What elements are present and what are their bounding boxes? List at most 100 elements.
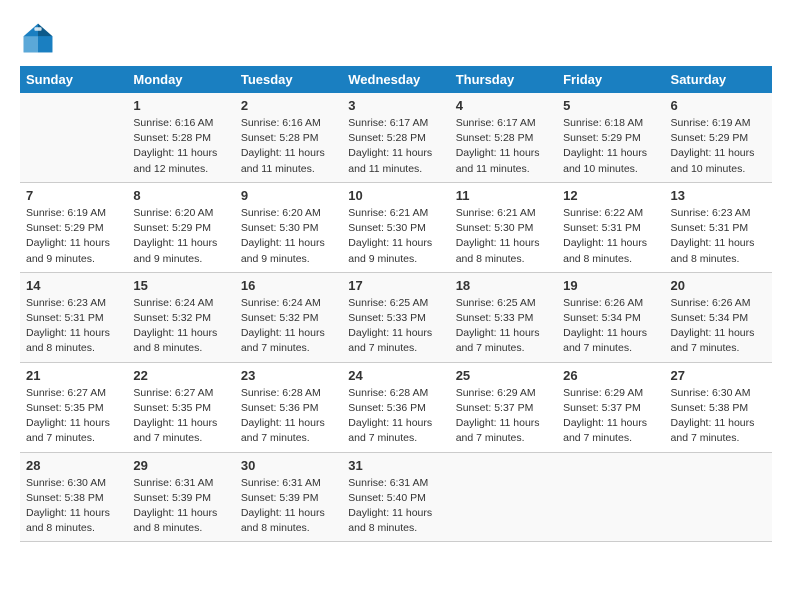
weekday-header-monday: Monday <box>127 66 234 93</box>
calendar-cell: 4Sunrise: 6:17 AM Sunset: 5:28 PM Daylig… <box>450 93 557 182</box>
day-info: Sunrise: 6:18 AM Sunset: 5:29 PM Dayligh… <box>563 116 658 177</box>
day-number: 5 <box>563 98 658 113</box>
calendar-cell <box>665 452 772 542</box>
day-number: 3 <box>348 98 443 113</box>
day-number: 10 <box>348 188 443 203</box>
day-info: Sunrise: 6:31 AM Sunset: 5:39 PM Dayligh… <box>241 476 336 537</box>
page-header <box>20 20 772 56</box>
day-number: 1 <box>133 98 228 113</box>
calendar-cell: 5 Sunrise: 6:18 AM Sunset: 5:29 PM Daylig… <box>557 93 664 182</box>
day-number: 23 <box>241 368 336 383</box>
calendar-cell: 7Sunrise: 6:19 AM Sunset: 5:29 PM Daylig… <box>20 182 127 272</box>
calendar-cell: 16 Sunrise: 6:24 AM Sunset: 5:32 PM Dayli… <box>235 272 342 362</box>
day-number: 27 <box>671 368 766 383</box>
day-info: Sunrise: 6:16 AM Sunset: 5:28 PM Dayligh… <box>241 116 336 177</box>
day-number: 25 <box>456 368 551 383</box>
weekday-header-friday: Friday <box>557 66 664 93</box>
calendar-cell: 2Sunrise: 6:16 AM Sunset: 5:28 PM Daylig… <box>235 93 342 182</box>
day-number: 15 <box>133 278 228 293</box>
day-info: Sunrise: 6:17 AM Sunset: 5:28 PM Dayligh… <box>348 116 443 177</box>
day-info: Sunrise: 6:25 AM Sunset: 5:33 PM Dayligh… <box>456 296 551 357</box>
calendar-cell: 9Sunrise: 6:20 AM Sunset: 5:30 PM Daylig… <box>235 182 342 272</box>
day-info: Sunrise: 6:22 AM Sunset: 5:31 PM Dayligh… <box>563 206 658 267</box>
calendar-cell: 28Sunrise: 6:30 AM Sunset: 5:38 PM Dayli… <box>20 452 127 542</box>
day-info: Sunrise: 6:28 AM Sunset: 5:36 PM Dayligh… <box>241 386 336 447</box>
day-info: Sunrise: 6:19 AM Sunset: 5:29 PM Dayligh… <box>671 116 766 177</box>
calendar-cell: 1 Sunrise: 6:16 AM Sunset: 5:28 PM Daylig… <box>127 93 234 182</box>
calendar-week-1: 1 Sunrise: 6:16 AM Sunset: 5:28 PM Daylig… <box>20 93 772 182</box>
day-number: 7 <box>26 188 121 203</box>
day-number: 13 <box>671 188 766 203</box>
day-info: Sunrise: 6:23 AM Sunset: 5:31 PM Dayligh… <box>671 206 766 267</box>
day-info: Sunrise: 6:29 AM Sunset: 5:37 PM Dayligh… <box>456 386 551 447</box>
calendar-cell: 18 Sunrise: 6:25 AM Sunset: 5:33 PM Dayli… <box>450 272 557 362</box>
day-number: 4 <box>456 98 551 113</box>
calendar-cell: 11Sunrise: 6:21 AM Sunset: 5:30 PM Dayli… <box>450 182 557 272</box>
calendar-cell: 10 Sunrise: 6:21 AM Sunset: 5:30 PM Dayli… <box>342 182 449 272</box>
calendar-week-3: 14 Sunrise: 6:23 AM Sunset: 5:31 PM Dayli… <box>20 272 772 362</box>
day-info: Sunrise: 6:29 AM Sunset: 5:37 PM Dayligh… <box>563 386 658 447</box>
day-number: 31 <box>348 458 443 473</box>
day-number: 8 <box>133 188 228 203</box>
weekday-header-row: SundayMondayTuesdayWednesdayThursdayFrid… <box>20 66 772 93</box>
calendar-cell: 3 Sunrise: 6:17 AM Sunset: 5:28 PM Daylig… <box>342 93 449 182</box>
calendar-cell <box>450 452 557 542</box>
day-info: Sunrise: 6:30 AM Sunset: 5:38 PM Dayligh… <box>671 386 766 447</box>
day-number: 19 <box>563 278 658 293</box>
day-info: Sunrise: 6:20 AM Sunset: 5:29 PM Dayligh… <box>133 206 228 267</box>
day-info: Sunrise: 6:31 AM Sunset: 5:40 PM Dayligh… <box>348 476 443 537</box>
calendar-cell: 23 Sunrise: 6:28 AM Sunset: 5:36 PM Dayli… <box>235 362 342 452</box>
calendar-cell: 24 Sunrise: 6:28 AM Sunset: 5:36 PM Dayli… <box>342 362 449 452</box>
calendar-cell: 22 Sunrise: 6:27 AM Sunset: 5:35 PM Dayli… <box>127 362 234 452</box>
calendar-week-4: 21 Sunrise: 6:27 AM Sunset: 5:35 PM Dayli… <box>20 362 772 452</box>
calendar-cell <box>20 93 127 182</box>
day-number: 22 <box>133 368 228 383</box>
calendar-cell: 15 Sunrise: 6:24 AM Sunset: 5:32 PM Dayli… <box>127 272 234 362</box>
calendar-cell: 30 Sunrise: 6:31 AM Sunset: 5:39 PM Dayli… <box>235 452 342 542</box>
weekday-header-wednesday: Wednesday <box>342 66 449 93</box>
day-info: Sunrise: 6:28 AM Sunset: 5:36 PM Dayligh… <box>348 386 443 447</box>
calendar-cell: 21 Sunrise: 6:27 AM Sunset: 5:35 PM Dayli… <box>20 362 127 452</box>
day-number: 17 <box>348 278 443 293</box>
day-info: Sunrise: 6:27 AM Sunset: 5:35 PM Dayligh… <box>26 386 121 447</box>
day-info: Sunrise: 6:21 AM Sunset: 5:30 PM Dayligh… <box>348 206 443 267</box>
calendar-cell: 20 Sunrise: 6:26 AM Sunset: 5:34 PM Dayli… <box>665 272 772 362</box>
day-info: Sunrise: 6:23 AM Sunset: 5:31 PM Dayligh… <box>26 296 121 357</box>
day-number: 21 <box>26 368 121 383</box>
day-info: Sunrise: 6:27 AM Sunset: 5:35 PM Dayligh… <box>133 386 228 447</box>
day-info: Sunrise: 6:21 AM Sunset: 5:30 PM Dayligh… <box>456 206 551 267</box>
day-info: Sunrise: 6:26 AM Sunset: 5:34 PM Dayligh… <box>671 296 766 357</box>
day-number: 26 <box>563 368 658 383</box>
calendar-cell: 26 Sunrise: 6:29 AM Sunset: 5:37 PM Dayli… <box>557 362 664 452</box>
calendar-cell: 17 Sunrise: 6:25 AM Sunset: 5:33 PM Dayli… <box>342 272 449 362</box>
day-number: 30 <box>241 458 336 473</box>
day-number: 24 <box>348 368 443 383</box>
day-info: Sunrise: 6:26 AM Sunset: 5:34 PM Dayligh… <box>563 296 658 357</box>
day-info: Sunrise: 6:25 AM Sunset: 5:33 PM Dayligh… <box>348 296 443 357</box>
calendar-cell: 27 Sunrise: 6:30 AM Sunset: 5:38 PM Dayli… <box>665 362 772 452</box>
calendar-cell: 13 Sunrise: 6:23 AM Sunset: 5:31 PM Dayli… <box>665 182 772 272</box>
logo <box>20 20 60 56</box>
calendar-cell: 29Sunrise: 6:31 AM Sunset: 5:39 PM Dayli… <box>127 452 234 542</box>
day-info: Sunrise: 6:30 AM Sunset: 5:38 PM Dayligh… <box>26 476 121 537</box>
day-info: Sunrise: 6:20 AM Sunset: 5:30 PM Dayligh… <box>241 206 336 267</box>
weekday-header-sunday: Sunday <box>20 66 127 93</box>
day-number: 18 <box>456 278 551 293</box>
calendar-cell: 19 Sunrise: 6:26 AM Sunset: 5:34 PM Dayli… <box>557 272 664 362</box>
day-info: Sunrise: 6:24 AM Sunset: 5:32 PM Dayligh… <box>241 296 336 357</box>
calendar-cell: 31 Sunrise: 6:31 AM Sunset: 5:40 PM Dayli… <box>342 452 449 542</box>
day-info: Sunrise: 6:24 AM Sunset: 5:32 PM Dayligh… <box>133 296 228 357</box>
calendar-cell: 12Sunrise: 6:22 AM Sunset: 5:31 PM Dayli… <box>557 182 664 272</box>
calendar-cell: 8 Sunrise: 6:20 AM Sunset: 5:29 PM Daylig… <box>127 182 234 272</box>
calendar-table: SundayMondayTuesdayWednesdayThursdayFrid… <box>20 66 772 542</box>
weekday-header-saturday: Saturday <box>665 66 772 93</box>
day-number: 16 <box>241 278 336 293</box>
weekday-header-tuesday: Tuesday <box>235 66 342 93</box>
day-number: 20 <box>671 278 766 293</box>
logo-icon <box>20 20 56 56</box>
day-info: Sunrise: 6:16 AM Sunset: 5:28 PM Dayligh… <box>133 116 228 177</box>
day-number: 14 <box>26 278 121 293</box>
day-number: 6 <box>671 98 766 113</box>
day-info: Sunrise: 6:31 AM Sunset: 5:39 PM Dayligh… <box>133 476 228 537</box>
calendar-cell: 25 Sunrise: 6:29 AM Sunset: 5:37 PM Dayli… <box>450 362 557 452</box>
